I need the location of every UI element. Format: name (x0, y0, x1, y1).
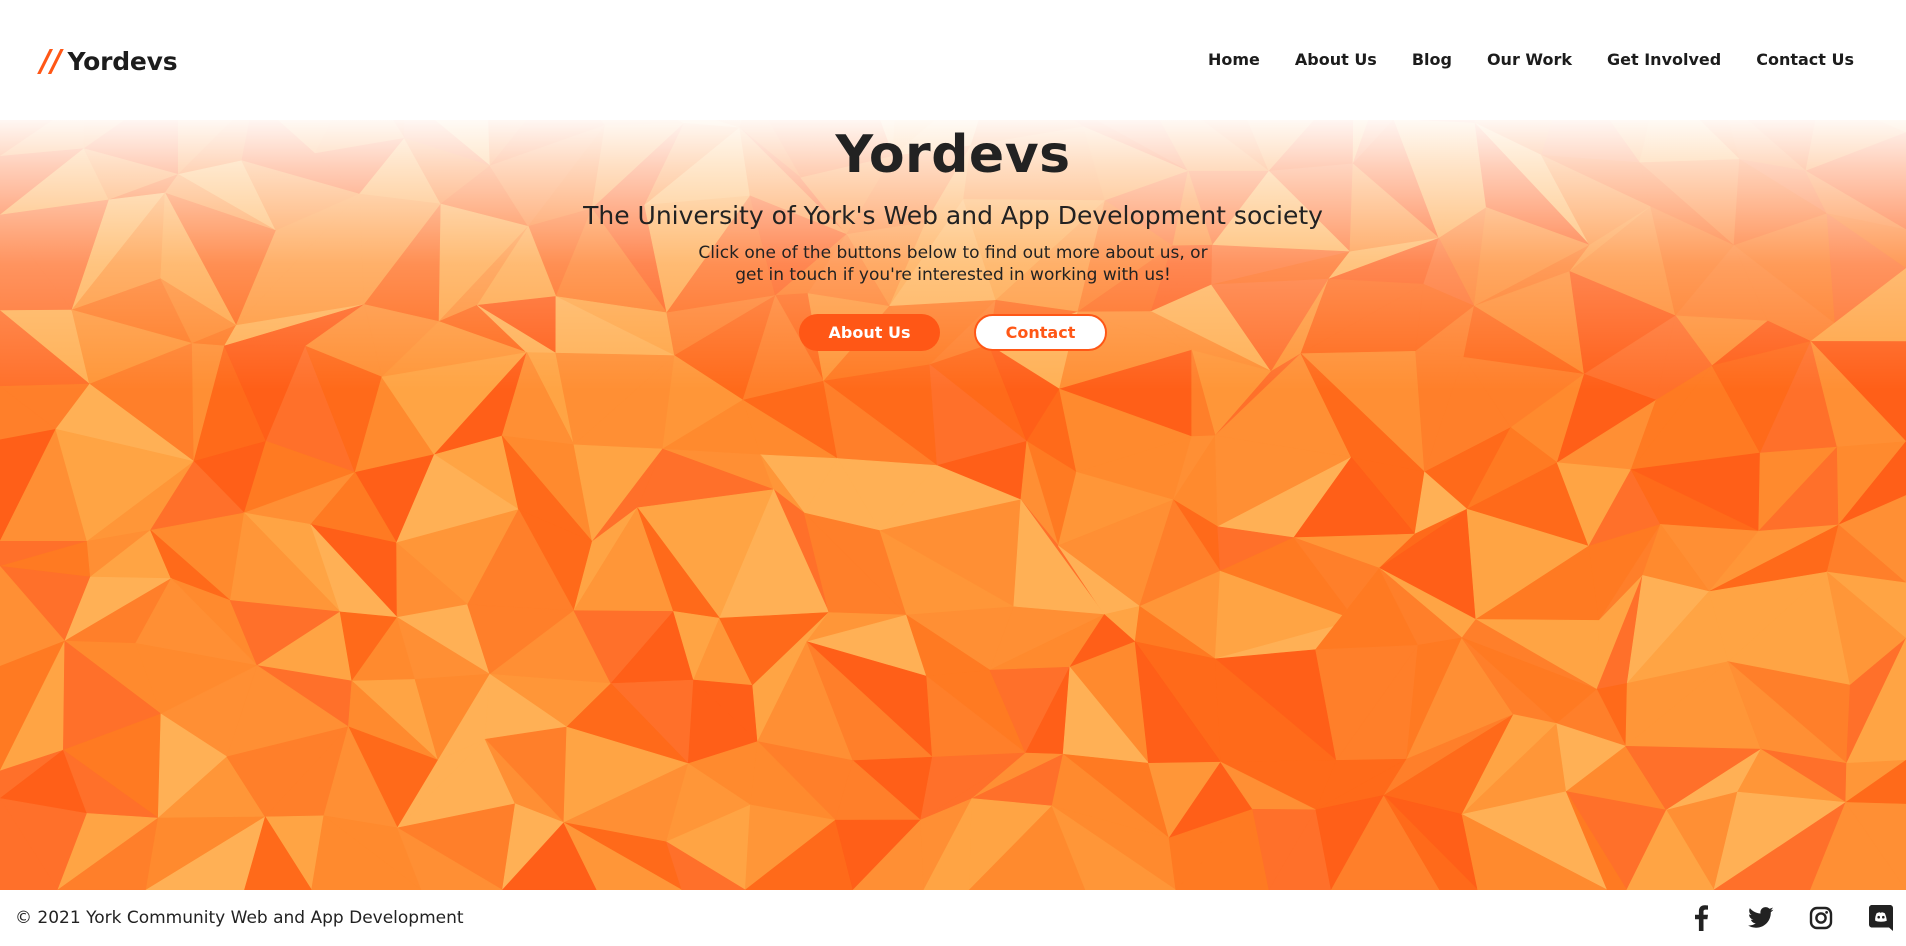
nav-blog[interactable]: Blog (1412, 50, 1452, 69)
logo-text: Yordevs (67, 47, 178, 76)
hero-section: Yordevs The University of York's Web and… (0, 0, 1906, 890)
copyright-text: © 2021 York Community Web and App Develo… (15, 908, 464, 928)
hero-content: Yordevs The University of York's Web and… (0, 125, 1906, 351)
nav-our-work[interactable]: Our Work (1487, 50, 1572, 69)
social-links (1686, 904, 1906, 932)
about-us-button[interactable]: About Us (799, 314, 940, 351)
nav-home[interactable]: Home (1208, 50, 1260, 69)
site-footer: © 2021 York Community Web and App Develo… (0, 890, 1906, 946)
site-header: // Yordevs Home About Us Blog Our Work G… (0, 0, 1906, 120)
facebook-icon[interactable] (1686, 904, 1716, 932)
nav-contact-us[interactable]: Contact Us (1756, 50, 1854, 69)
contact-button[interactable]: Contact (974, 314, 1107, 351)
site-logo[interactable]: // Yordevs (40, 44, 178, 79)
hero-button-row: About Us Contact (0, 314, 1906, 351)
hero-title: Yordevs (835, 125, 1071, 185)
instagram-icon[interactable] (1806, 904, 1836, 932)
nav-about-us[interactable]: About Us (1295, 50, 1377, 69)
discord-icon[interactable] (1866, 904, 1896, 932)
main-nav: Home About Us Blog Our Work Get Involved… (1208, 50, 1854, 69)
hero-subtitle: The University of York's Web and App Dev… (583, 201, 1323, 230)
twitter-icon[interactable] (1746, 904, 1776, 932)
nav-get-involved[interactable]: Get Involved (1607, 50, 1721, 69)
logo-slashes: // (40, 44, 62, 79)
hero-description: Click one of the buttons below to find o… (698, 243, 1208, 285)
